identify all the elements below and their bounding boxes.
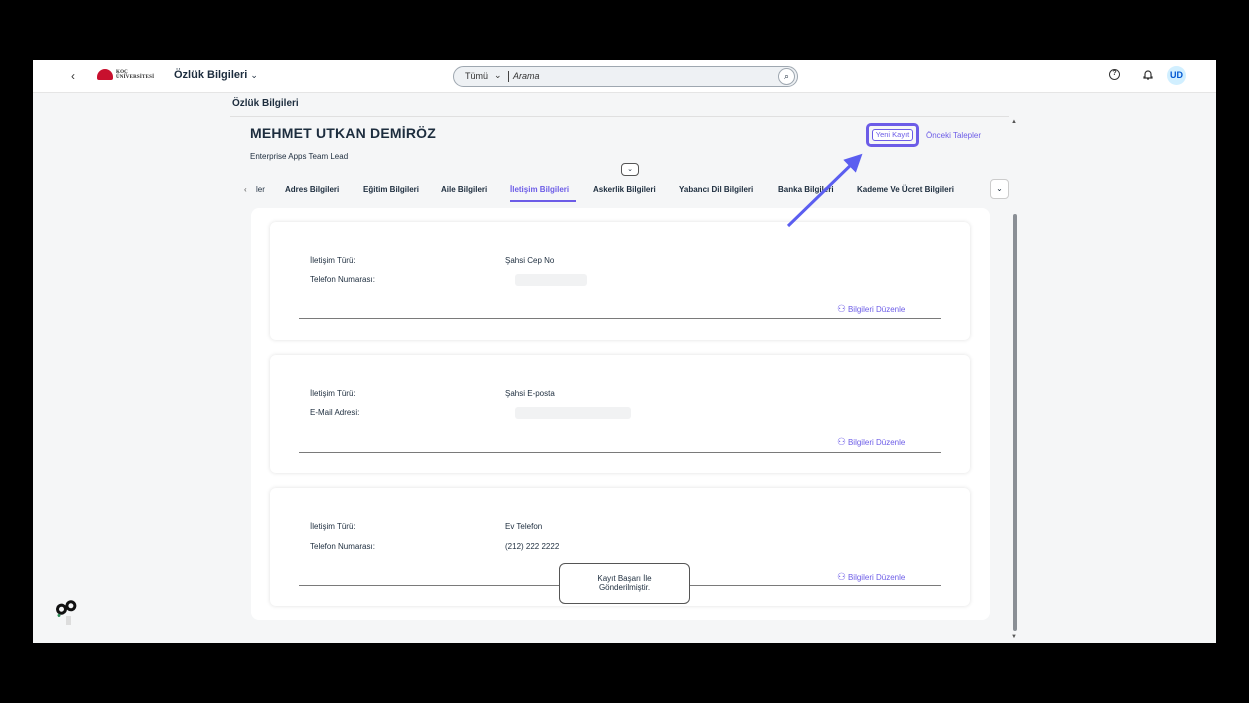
annotation-arrow-icon [786,153,863,228]
app-screen: ‹ KOÇ ÜNİVERSİTESİ Özlük Bilgileri ⌄ Tümü… [33,60,1216,643]
